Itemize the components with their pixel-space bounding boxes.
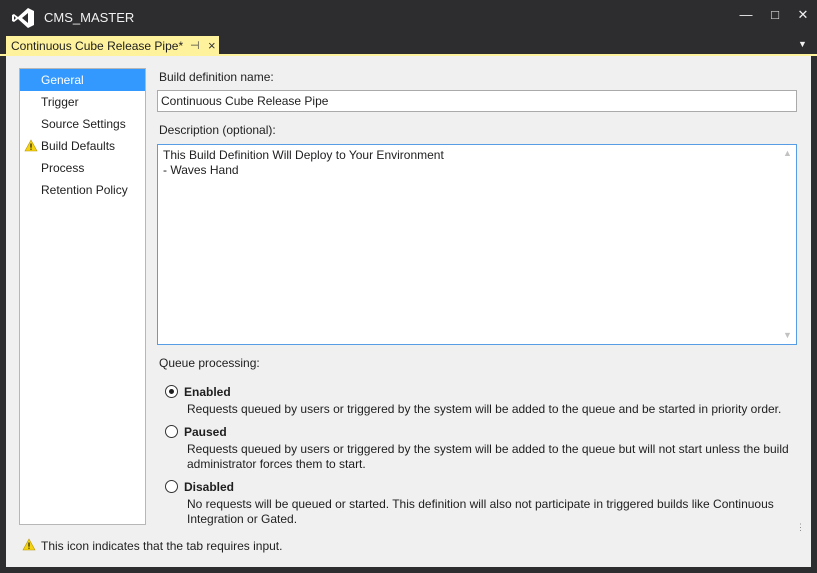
description-scrollbar[interactable]: ▲ ▼ [779, 145, 796, 344]
scroll-up-icon[interactable]: ▲ [779, 145, 796, 162]
minimize-button[interactable]: — [733, 4, 759, 26]
scroll-down-icon[interactable]: ▼ [779, 327, 796, 344]
nav-item-process[interactable]: Process [20, 157, 145, 179]
build-definition-editor: General Trigger Source Settings Build De… [6, 56, 811, 567]
description-textarea[interactable] [158, 145, 780, 344]
nav-item-label: General [41, 73, 84, 87]
disabled-radio[interactable] [165, 480, 178, 493]
nav-item-label: Trigger [41, 95, 79, 109]
paused-radio-title[interactable]: Paused [184, 425, 227, 439]
enabled-description: Requests queued by users or triggered by… [187, 402, 782, 416]
visual-studio-logo-icon [12, 8, 34, 28]
build-name-label: Build definition name: [159, 70, 274, 84]
footer-note-text: This icon indicates that the tab require… [41, 539, 283, 553]
document-tab[interactable]: Continuous Cube Release Pipe* ⊣ × [6, 36, 219, 55]
nav-item-label: Build Defaults [41, 139, 116, 153]
warning-icon [24, 139, 38, 152]
description-label: Description (optional): [159, 123, 276, 137]
close-tab-icon[interactable]: × [208, 37, 216, 54]
tab-dropdown-icon[interactable]: ▼ [798, 39, 807, 49]
document-tab-label: Continuous Cube Release Pipe* [11, 39, 184, 53]
resize-grip-icon: ⋮ [796, 522, 805, 532]
settings-navigation: General Trigger Source Settings Build De… [19, 68, 146, 525]
paused-description: Requests queued by users or triggered by… [187, 442, 789, 471]
nav-item-label: Source Settings [41, 117, 126, 131]
paused-radio[interactable] [165, 425, 178, 438]
nav-item-source-settings[interactable]: Source Settings [20, 113, 145, 135]
pin-icon[interactable]: ⊣ [190, 38, 200, 55]
nav-item-label: Process [41, 161, 85, 175]
queue-processing-label: Queue processing: [159, 356, 260, 370]
description-field[interactable]: ▲ ▼ [157, 144, 797, 345]
warning-icon [22, 538, 36, 551]
title-bar: CMS_MASTER — □ ✕ [0, 0, 817, 35]
nav-item-build-defaults[interactable]: Build Defaults [20, 135, 145, 157]
close-window-button[interactable]: ✕ [790, 4, 816, 26]
nav-item-label: Retention Policy [41, 183, 128, 197]
nav-item-retention-policy[interactable]: Retention Policy [20, 179, 145, 201]
window-title: CMS_MASTER [44, 10, 135, 25]
enabled-radio[interactable] [165, 385, 178, 398]
nav-item-general[interactable]: General [20, 69, 145, 91]
document-tab-strip: Continuous Cube Release Pipe* ⊣ × ▼ [0, 35, 817, 55]
build-name-input[interactable] [157, 90, 797, 112]
maximize-button[interactable]: □ [762, 4, 788, 26]
disabled-radio-title[interactable]: Disabled [184, 480, 234, 494]
enabled-radio-title[interactable]: Enabled [184, 385, 231, 399]
nav-item-trigger[interactable]: Trigger [20, 91, 145, 113]
disabled-description: No requests will be queued or started. T… [187, 497, 774, 526]
